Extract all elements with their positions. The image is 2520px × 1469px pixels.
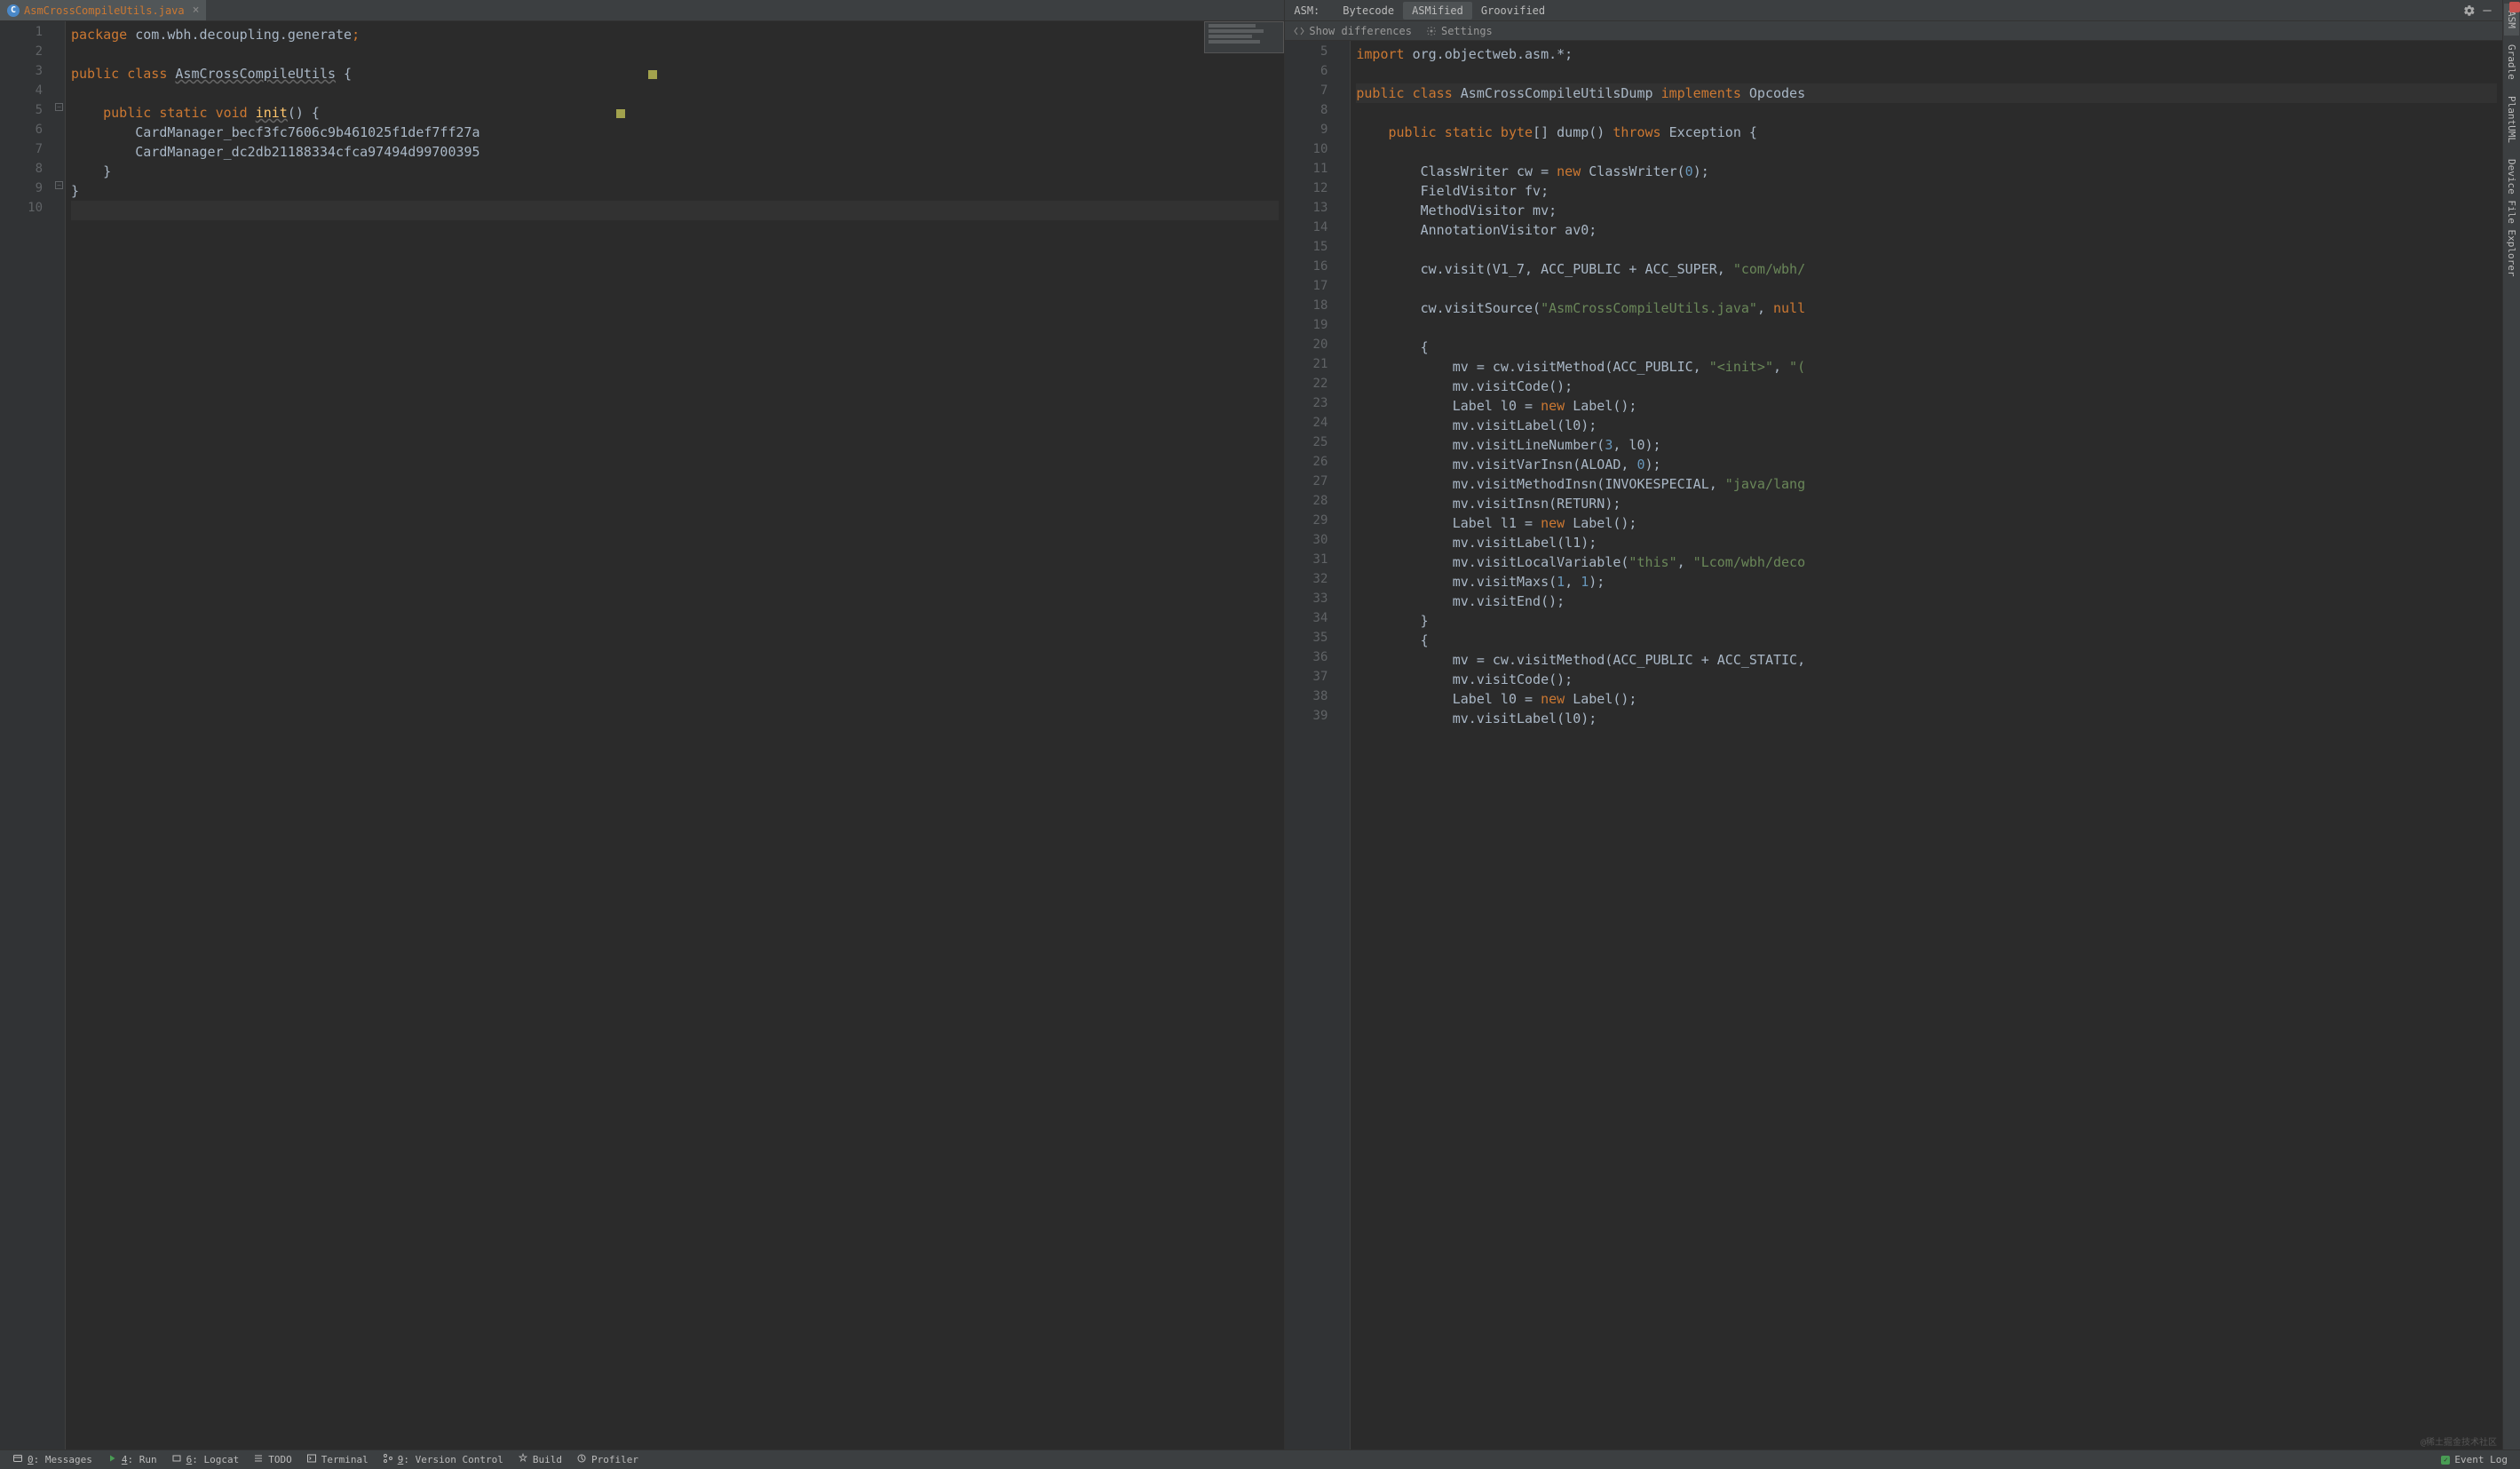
tool-window-plantuml[interactable]: PlantUML [2504, 89, 2519, 150]
show-differences-button[interactable]: Show differences [1294, 25, 1412, 37]
event-log-button[interactable]: ✓ Event Log [2434, 1454, 2515, 1465]
settings-label: Settings [1441, 25, 1493, 37]
todo-icon [253, 1453, 264, 1466]
fold-gutter[interactable]: − − [53, 21, 66, 1449]
source-editor-pane: C AsmCrossCompileUtils.java × 1234567891… [0, 0, 1285, 1449]
editor-tab-bar: C AsmCrossCompileUtils.java × [0, 0, 1284, 21]
editor-tab[interactable]: C AsmCrossCompileUtils.java × [0, 0, 206, 20]
build-icon [518, 1453, 528, 1466]
settings-gear-icon[interactable] [2463, 4, 2476, 17]
play-icon [107, 1453, 117, 1466]
watermark: @稀土掘金技术社区 [2421, 1434, 2497, 1448]
footer-label: 0: Messages [28, 1454, 92, 1465]
tab-filename: AsmCrossCompileUtils.java [24, 4, 185, 17]
fold-marker[interactable]: − [55, 103, 63, 111]
event-log-label: Event Log [2454, 1454, 2508, 1465]
footer-label: TODO [268, 1454, 292, 1465]
vcs-icon [383, 1453, 393, 1466]
code-area-right[interactable]: import org.objectweb.asm.*; public class… [1351, 41, 2502, 1449]
gear-icon [1426, 26, 1437, 36]
fold-marker[interactable]: − [55, 181, 63, 189]
asm-label: ASM: [1294, 4, 1319, 17]
asm-header: ASM: BytecodeASMifiedGroovified [1285, 0, 2502, 21]
asm-tab-bytecode[interactable]: Bytecode [1334, 2, 1403, 20]
footer-label: 6: Logcat [186, 1454, 240, 1465]
footer--logcat[interactable]: 6: Logcat [164, 1453, 247, 1466]
fold-gutter-right[interactable] [1338, 41, 1351, 1449]
diff-icon [1294, 26, 1304, 36]
asm-settings-button[interactable]: Settings [1426, 25, 1493, 37]
line-gutter-left: 12345678910 [0, 21, 53, 1449]
minimap[interactable] [1204, 21, 1284, 53]
footer-todo[interactable]: TODO [246, 1453, 299, 1466]
status-bar: 0: Messages 4: Run 6: Logcat TODO Terminal 9:… [0, 1449, 2520, 1469]
footer--version-control[interactable]: 9: Version Control [376, 1453, 511, 1466]
footer--messages[interactable]: 0: Messages [5, 1453, 99, 1466]
class-icon: C [7, 4, 20, 17]
footer-label: Build [533, 1454, 562, 1465]
code-area-left[interactable]: package com.wbh.decoupling.generate; pub… [66, 21, 1284, 1449]
term-icon [306, 1453, 317, 1466]
tool-window-gradle[interactable]: Gradle [2504, 37, 2519, 87]
asm-viewer-pane: ASM: BytecodeASMifiedGroovified Show dif… [1285, 0, 2502, 1449]
footer-label: 9: Version Control [398, 1454, 503, 1465]
notification-icon[interactable] [2509, 2, 2520, 12]
asm-toolbar: Show differences Settings [1285, 21, 2502, 41]
asm-tab-asmified[interactable]: ASMified [1403, 2, 1472, 20]
logcat-icon [171, 1453, 182, 1466]
line-gutter-right: 5678910111213141516171819202122232425262… [1285, 41, 1338, 1449]
footer-profiler[interactable]: Profiler [569, 1453, 646, 1466]
show-diff-label: Show differences [1309, 25, 1412, 37]
asm-tab-groovified[interactable]: Groovified [1472, 2, 1554, 20]
footer-build[interactable]: Build [511, 1453, 569, 1466]
footer-terminal[interactable]: Terminal [299, 1453, 376, 1466]
minimize-icon[interactable] [2481, 4, 2493, 17]
footer-label: 4: Run [122, 1454, 157, 1465]
footer--run[interactable]: 4: Run [99, 1453, 164, 1466]
profiler-icon [576, 1453, 587, 1466]
tool-window-device-file-explorer[interactable]: Device File Explorer [2504, 152, 2519, 283]
footer-label: Terminal [321, 1454, 368, 1465]
event-log-icon: ✓ [2441, 1456, 2450, 1465]
right-tool-strip: ASMGradlePlantUMLDevice File Explorer [2502, 0, 2520, 1449]
footer-label: Profiler [591, 1454, 638, 1465]
close-tab-icon[interactable]: × [193, 4, 200, 17]
msg-icon [12, 1453, 23, 1466]
